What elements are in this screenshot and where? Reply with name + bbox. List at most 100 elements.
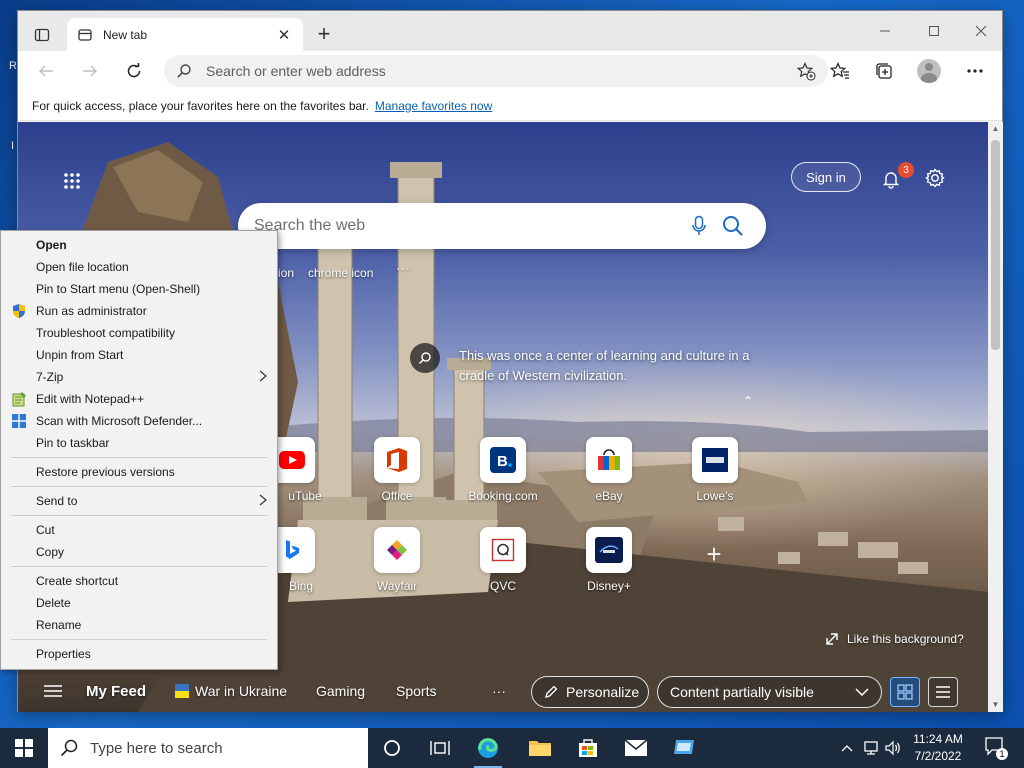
pencil-icon (544, 685, 558, 699)
tile-label: Bing (288, 579, 314, 593)
quick-links-more-icon[interactable]: ··· (396, 260, 410, 276)
remote-desktop-icon[interactable] (660, 728, 708, 768)
feed-tab-war-in-ukraine[interactable]: War in Ukraine (175, 670, 287, 712)
page-scrollbar[interactable]: ▲ ▼ (988, 122, 1003, 712)
back-button[interactable] (32, 57, 60, 85)
menu-item-edit-with-notepad[interactable]: Edit with Notepad++ (1, 388, 277, 410)
address-input[interactable] (206, 63, 782, 79)
personalize-button[interactable]: Personalize (531, 676, 649, 708)
address-bar[interactable] (164, 55, 828, 87)
search-submit-icon[interactable] (716, 209, 750, 243)
page-settings-gear-icon[interactable] (921, 164, 949, 192)
tile-ebay[interactable]: eBay (569, 437, 649, 505)
feed-tab-my-feed[interactable]: My Feed (86, 670, 146, 712)
apps-grid-icon[interactable] (58, 167, 86, 195)
list-view-button[interactable] (928, 677, 958, 707)
like-background-button[interactable]: Like this background? (825, 632, 964, 646)
quick-link[interactable]: ion (278, 266, 294, 280)
tile-booking[interactable]: B Booking.com (463, 437, 543, 505)
new-tab-button[interactable]: + (312, 23, 336, 47)
forward-button[interactable] (76, 57, 104, 85)
tile-lowes[interactable]: Lowe's (675, 437, 755, 505)
start-button[interactable] (0, 728, 48, 768)
menu-item-copy[interactable]: Copy (1, 541, 277, 563)
chevron-up-icon[interactable]: ⌃ (740, 394, 756, 408)
menu-item-7zip[interactable]: 7-Zip (1, 366, 277, 388)
network-icon[interactable] (860, 728, 882, 768)
scroll-down-arrow[interactable]: ▼ (988, 698, 1003, 712)
scrollbar-thumb[interactable] (991, 140, 1000, 350)
uac-shield-icon (11, 303, 27, 319)
menu-item-open-file-location[interactable]: Open file location (1, 256, 277, 278)
context-menu: Open Open file location Pin to Start men… (0, 230, 278, 670)
more-menu-icon[interactable] (961, 57, 989, 85)
menu-item-cut[interactable]: Cut (1, 519, 277, 541)
action-center-icon[interactable]: 1 (984, 736, 1008, 760)
search-icon (176, 63, 192, 79)
web-search-input[interactable] (254, 217, 682, 235)
menu-item-delete[interactable]: Delete (1, 592, 277, 614)
edge-taskbar-icon[interactable] (464, 728, 512, 768)
menu-separator (11, 515, 267, 516)
add-shortcut-icon[interactable]: + (701, 541, 727, 567)
close-tab-icon[interactable]: ✕ (275, 26, 293, 44)
cortana-icon[interactable] (368, 728, 416, 768)
menu-item-run-as-administrator[interactable]: Run as administrator (1, 300, 277, 322)
volume-icon[interactable] (882, 728, 904, 768)
tile-label: Wayfair (376, 579, 418, 593)
menu-item-send-to[interactable]: Send to (1, 490, 277, 512)
favorites-bar-text: For quick access, place your favorites h… (32, 98, 369, 113)
menu-item-rename[interactable]: Rename (1, 614, 277, 636)
menu-item-scan-with-defender[interactable]: Scan with Microsoft Defender... (1, 410, 277, 432)
profile-avatar[interactable] (915, 57, 943, 85)
tab-new-tab[interactable]: New tab ✕ (67, 18, 303, 51)
web-search-box[interactable] (238, 203, 766, 249)
menu-item-restore-previous-versions[interactable]: Restore previous versions (1, 461, 277, 483)
svg-text:B: B (497, 453, 508, 470)
tile-label: Disney+ (587, 579, 631, 593)
close-window-button[interactable] (958, 17, 1004, 45)
menu-item-pin-to-start-menu[interactable]: Pin to Start menu (Open-Shell) (1, 278, 277, 300)
tile-label: QVC (489, 579, 516, 593)
menu-item-open[interactable]: Open (1, 234, 277, 256)
add-favorite-icon[interactable] (796, 61, 816, 81)
microsoft-store-icon[interactable] (564, 728, 612, 768)
newtab-page-icon (77, 27, 93, 43)
image-info-search-icon[interactable] (410, 343, 440, 373)
taskbar-search-box[interactable]: Type here to search (48, 728, 368, 768)
favorites-icon[interactable] (826, 57, 854, 85)
menu-item-troubleshoot-compatibility[interactable]: Troubleshoot compatibility (1, 322, 277, 344)
sign-in-button[interactable]: Sign in (791, 162, 861, 192)
scroll-up-arrow[interactable]: ▲ (988, 122, 1003, 136)
refresh-button[interactable] (120, 57, 148, 85)
tile-qvc[interactable]: QVC (463, 527, 543, 595)
voice-search-microphone-icon[interactable] (682, 209, 716, 243)
content-visibility-dropdown[interactable]: Content partially visible (657, 676, 882, 708)
manage-favorites-link[interactable]: Manage favorites now (375, 99, 492, 113)
menu-item-create-shortcut[interactable]: Create shortcut (1, 570, 277, 592)
menu-item-unpin-from-start[interactable]: Unpin from Start (1, 344, 277, 366)
feed-tab-gaming[interactable]: Gaming (316, 670, 365, 712)
minimize-button[interactable] (862, 17, 908, 45)
tile-wayfair[interactable]: Wayfair (357, 527, 437, 595)
menu-item-properties[interactable]: Properties (1, 643, 277, 665)
task-view-icon[interactable] (416, 728, 464, 768)
menu-item-pin-to-taskbar[interactable]: Pin to taskbar (1, 432, 277, 454)
collections-icon[interactable] (870, 57, 898, 85)
windows-taskbar: Type here to search 11:24 AM 7/2/2022 1 (0, 728, 1024, 768)
quick-link[interactable]: chrome icon (308, 266, 373, 280)
system-clock[interactable]: 11:24 AM 7/2/2022 (904, 731, 972, 765)
maximize-button[interactable] (911, 17, 957, 45)
tab-actions-icon[interactable] (26, 19, 58, 51)
feed-menu-icon[interactable] (44, 670, 62, 712)
feed-tab-sports[interactable]: Sports (396, 670, 436, 712)
show-hidden-icons-chevron-icon[interactable] (836, 728, 858, 768)
tile-disney[interactable]: Disney+ (569, 527, 649, 595)
tile-office[interactable]: Office (357, 437, 437, 505)
file-explorer-icon[interactable] (516, 728, 564, 768)
mail-icon[interactable] (612, 728, 660, 768)
background-info-text[interactable]: This was once a center of learning and c… (459, 346, 759, 386)
wayfair-icon (374, 527, 420, 573)
grid-view-button[interactable] (890, 677, 920, 707)
feed-more-icon[interactable]: ··· (492, 670, 506, 712)
